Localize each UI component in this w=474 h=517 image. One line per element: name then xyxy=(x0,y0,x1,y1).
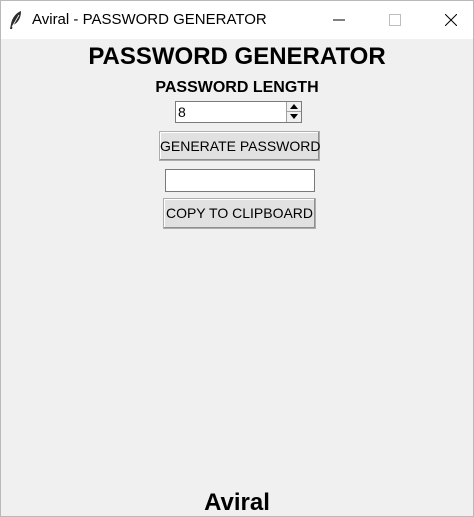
app-content: PASSWORD GENERATOR PASSWORD LENGTH 8 GEN… xyxy=(1,39,473,516)
arrow-down-icon xyxy=(290,114,298,119)
spin-buttons xyxy=(286,102,301,122)
spin-down-button[interactable] xyxy=(287,112,301,122)
close-icon xyxy=(445,14,457,26)
minimize-button[interactable] xyxy=(316,1,362,39)
window-title: Aviral - PASSWORD GENERATOR xyxy=(32,11,267,28)
title-bar[interactable]: Aviral - PASSWORD GENERATOR xyxy=(1,1,473,39)
password-length-value[interactable]: 8 xyxy=(178,104,186,120)
feather-icon xyxy=(8,10,24,30)
author-footer: Aviral xyxy=(204,489,270,516)
password-length-spinbox[interactable]: 8 xyxy=(175,101,302,123)
maximize-button[interactable] xyxy=(372,1,418,39)
app-window: Aviral - PASSWORD GENERATOR PASSWORD GEN… xyxy=(0,0,474,517)
generate-password-button[interactable]: GENERATE PASSWORD xyxy=(159,131,321,161)
password-length-label: PASSWORD LENGTH xyxy=(155,79,319,96)
close-button[interactable] xyxy=(428,1,473,39)
maximize-icon xyxy=(389,14,401,26)
spin-up-button[interactable] xyxy=(287,102,301,112)
minimize-icon xyxy=(333,19,345,21)
page-title: PASSWORD GENERATOR xyxy=(88,43,386,70)
copy-to-clipboard-button[interactable]: COPY TO CLIPBOARD xyxy=(163,198,316,229)
password-output-field[interactable] xyxy=(165,169,315,192)
arrow-up-icon xyxy=(290,104,298,109)
